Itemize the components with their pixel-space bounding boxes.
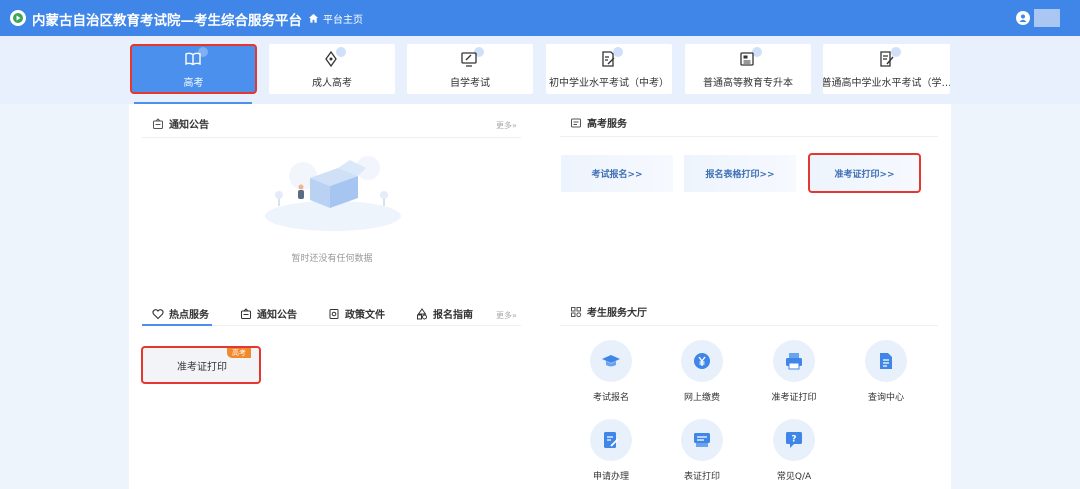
notice-icon xyxy=(153,117,163,129)
yuan-coin-icon xyxy=(694,353,710,369)
hall-item-faq[interactable]: ? 常见Q/A xyxy=(756,419,832,482)
tab-zhongkao[interactable]: 初中学业水平考试（中考） xyxy=(546,44,672,94)
hot-item-badge: 高考 xyxy=(227,348,251,358)
tab-upgrade-bachelor[interactable]: 普通高等教育专升本 xyxy=(685,44,811,94)
pen-nib-icon xyxy=(325,50,337,67)
tab-policy-documents[interactable]: 政策文件 xyxy=(328,306,385,321)
hall-item-application[interactable]: 申请办理 xyxy=(573,419,649,482)
tab-label: 普通高中学业水平考试（学… xyxy=(823,77,950,89)
newspaper-icon xyxy=(740,51,754,66)
empty-state-text: 暂时还没有任何数据 xyxy=(291,254,373,264)
document-edit-icon xyxy=(602,50,615,67)
question-chat-icon: ? xyxy=(786,432,802,448)
empty-box-illustration xyxy=(265,156,401,231)
grid-icon xyxy=(571,306,582,317)
tab-label: 高考 xyxy=(183,77,204,89)
shapes-icon xyxy=(417,307,427,319)
site-title: 内蒙古自治区教育考试院—考生综合服务平台 xyxy=(32,13,302,29)
hall-item-admission-ticket-print[interactable]: 准考证打印 xyxy=(756,340,832,403)
heart-icon xyxy=(152,308,164,319)
document-search-icon xyxy=(880,353,892,369)
notice-more-link[interactable]: 更多» xyxy=(496,120,517,131)
services-icon xyxy=(571,118,581,127)
services-divider xyxy=(560,136,938,137)
card-print-icon xyxy=(694,433,710,447)
tab-label: 普通高等教育专升本 xyxy=(703,77,793,89)
tab-notices[interactable]: 通知公告 xyxy=(240,306,297,321)
user-menu[interactable] xyxy=(1016,9,1060,27)
tab-hot-services[interactable]: 热点服务 xyxy=(152,306,209,321)
tab-label: 初中学业水平考试（中考） xyxy=(549,77,669,89)
hot-item-admission-ticket[interactable]: 准考证打印 高考 xyxy=(141,346,261,384)
exam-registration-card[interactable]: 考试报名>> xyxy=(561,155,673,192)
policy-document-icon xyxy=(329,308,339,319)
tab-registration-guide[interactable]: 报名指南 xyxy=(416,306,473,321)
notice-section-title: 通知公告 xyxy=(152,116,209,131)
user-name-blurred[interactable] xyxy=(1034,9,1060,27)
hot-item-label: 准考证打印 xyxy=(177,361,227,373)
hall-item-exam-registration[interactable]: 考试报名 xyxy=(573,340,649,403)
notice-divider xyxy=(142,137,521,138)
service-hall-title: 考生服务大厅 xyxy=(570,304,647,319)
hall-item-online-payment[interactable]: 网上缴费 xyxy=(664,340,740,403)
tab-label: 成人高考 xyxy=(312,77,352,89)
monitor-edit-icon xyxy=(461,51,477,67)
document-pencil-icon xyxy=(879,50,894,67)
hot-more-link[interactable]: 更多» xyxy=(496,310,517,321)
home-icon xyxy=(308,13,319,23)
tab-adult-gaokao[interactable]: 成人高考 xyxy=(269,44,395,94)
hall-divider xyxy=(560,325,938,326)
platform-logo xyxy=(10,10,26,26)
tab-label: 自学考试 xyxy=(450,77,490,89)
tab-gaokao[interactable]: 高考 xyxy=(130,44,257,94)
form-edit-icon xyxy=(604,432,619,448)
hall-item-query-center[interactable]: 查询中心 xyxy=(848,340,924,403)
notice-icon xyxy=(241,307,251,319)
book-icon xyxy=(184,52,201,65)
home-link-label: 平台主页 xyxy=(323,15,363,26)
user-avatar-icon[interactable] xyxy=(1016,11,1030,25)
svg-text:?: ? xyxy=(791,435,796,445)
registration-form-print-card[interactable]: 报名表格打印>> xyxy=(684,155,796,192)
hall-item-certificate-print[interactable]: 表证打印 xyxy=(664,419,740,482)
admission-ticket-print-card[interactable]: 准考证打印>> xyxy=(808,153,921,193)
active-hot-tab-indicator xyxy=(142,324,212,326)
tab-self-study-exam[interactable]: 自学考试 xyxy=(407,44,533,94)
home-link[interactable]: 平台主页 xyxy=(308,11,363,26)
tab-high-school-level-exam[interactable]: 普通高中学业水平考试（学… xyxy=(823,44,950,94)
printer-icon xyxy=(786,353,802,370)
graduation-cap-icon xyxy=(602,355,620,367)
gaokao-services-title: 高考服务 xyxy=(570,115,627,130)
top-header: 内蒙古自治区教育考试院—考生综合服务平台 平台主页 xyxy=(0,0,1080,36)
